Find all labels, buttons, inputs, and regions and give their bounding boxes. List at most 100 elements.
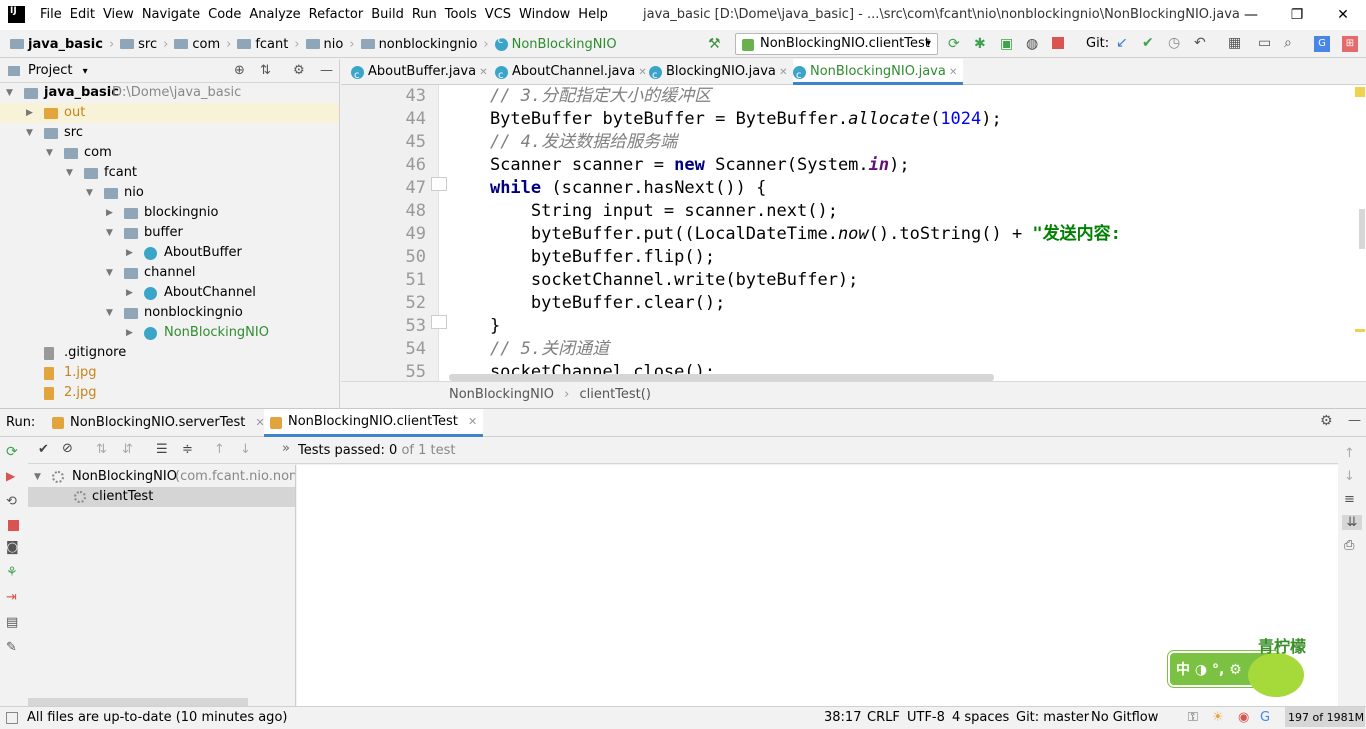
menu-tools[interactable]: Tools (445, 0, 483, 30)
breadcrumb-item[interactable]: fcant › (237, 37, 300, 52)
panel-toggle-icon[interactable] (6, 712, 18, 724)
minimize-icon[interactable]: — (1228, 0, 1274, 30)
translate-icon[interactable]: G (1314, 36, 1330, 52)
sort-duration-icon[interactable]: ⇵ (122, 442, 133, 457)
chevron-right-icon[interactable]: ▶ (126, 323, 133, 343)
scroll-to-end-icon[interactable]: ⇊ (1342, 515, 1362, 530)
code-line[interactable]: ByteBuffer byteBuffer = ByteBuffer.alloc… (449, 108, 1366, 131)
login-icon[interactable]: ⇥ (6, 590, 22, 606)
tree-item-blockingnio[interactable]: ▶ blockingnio (0, 203, 339, 223)
maximize-icon[interactable]: ❐ (1274, 0, 1320, 30)
chevron-down-icon[interactable]: ▼ (6, 83, 13, 103)
indent-setting[interactable]: 4 spaces (952, 707, 1009, 729)
code-line[interactable]: String input = scanner.next(); (449, 200, 1366, 223)
code-line[interactable]: while (scanner.hasNext()) { (449, 177, 1366, 200)
fold-marker-icon[interactable] (431, 177, 447, 191)
git-branch[interactable]: Git: master (1016, 707, 1089, 729)
tree-item-com[interactable]: ▼ com (0, 143, 339, 163)
warning-stripe[interactable] (1355, 329, 1365, 332)
menu-file[interactable]: File (40, 0, 68, 30)
tree-item-channel[interactable]: ▼ channel (0, 263, 339, 283)
editor-tab[interactable]: AboutChannel.java ✕ (495, 59, 653, 89)
breadcrumb-class[interactable]: NonBlockingNIO (449, 387, 554, 402)
event-log-icon[interactable]: ☀ (1212, 707, 1224, 729)
collapse-all-icon[interactable]: ⇅ (260, 59, 271, 83)
code-line[interactable]: byteBuffer.put((LocalDateTime.now().toSt… (449, 223, 1366, 246)
tree-item-src[interactable]: ▼ src (0, 123, 339, 143)
stop-icon[interactable] (1052, 37, 1064, 49)
tree-item--gitignore[interactable]: .gitignore (0, 343, 339, 363)
menu-analyze[interactable]: Analyze (249, 0, 306, 30)
vertical-scrollbar[interactable] (1359, 209, 1365, 249)
tree-item-2-jpg[interactable]: 2.jpg (0, 383, 339, 403)
arrow-down-icon[interactable]: ↓ (240, 442, 251, 457)
stop-icon[interactable] (8, 520, 19, 531)
menu-navigate[interactable]: Navigate (142, 0, 206, 30)
lock-icon[interactable]: ⚿ (1188, 707, 1198, 729)
test-child[interactable]: clientTest (28, 487, 295, 507)
plugin-icon[interactable]: ⊞ (1342, 36, 1358, 52)
code-line[interactable]: byteBuffer.flip(); (449, 246, 1366, 269)
search-icon[interactable]: ⌕ (1284, 35, 1292, 51)
arrow-down-icon[interactable]: ↓ (1344, 469, 1360, 484)
show-ignored-icon[interactable]: ⊘ (62, 441, 73, 456)
chevron-down-icon[interactable]: ▼ (26, 123, 33, 143)
warning-marker-icon[interactable] (1355, 87, 1365, 97)
breadcrumb-item[interactable]: NonBlockingNIO (494, 35, 617, 52)
menu-refactor[interactable]: Refactor (309, 0, 370, 30)
menu-help[interactable]: Help (578, 0, 614, 30)
more-icon[interactable]: » (282, 441, 290, 456)
google-icon[interactable]: G (1260, 707, 1270, 729)
gitflow-status[interactable]: No Gitflow (1091, 707, 1158, 729)
export-icon[interactable]: ⚘ (6, 565, 22, 581)
locate-icon[interactable]: ⊕ (234, 59, 245, 83)
rerun-icon[interactable]: ⟳ (6, 444, 22, 460)
chevron-down-icon[interactable]: ▼ (106, 223, 113, 243)
line-separator[interactable]: CRLF (867, 707, 900, 729)
tree-item-nonblockingnio[interactable]: ▼ nonblockingnio (0, 303, 339, 323)
fold-marker-icon[interactable] (431, 315, 447, 329)
project-structure-icon[interactable]: ▦ (1228, 35, 1241, 51)
code-line[interactable]: // 4.发送数据给服务端 (449, 131, 1366, 154)
profile-icon[interactable]: ◍ (1026, 36, 1038, 52)
code-line[interactable]: // 3.分配指定大小的缓冲区 (449, 85, 1366, 108)
pin-icon[interactable]: ✎ (6, 640, 22, 656)
code-line[interactable]: } (449, 315, 1366, 338)
breadcrumb-item[interactable]: java_basic › (10, 37, 114, 52)
horizontal-scrollbar[interactable] (28, 698, 248, 706)
close-icon[interactable]: ✕ (476, 67, 487, 78)
run-tab-server[interactable]: NonBlockingNIO.serverTest ✕ (50, 409, 265, 437)
tree-item-out[interactable]: ▶ out (0, 103, 339, 123)
breadcrumb-item[interactable]: nonblockingnio › (360, 37, 489, 52)
menu-vcs[interactable]: VCS (485, 0, 517, 30)
editor-tab[interactable]: NonBlockingNIO.java ✕ (793, 59, 964, 89)
terminal-icon[interactable]: ▭ (1258, 35, 1271, 51)
tree-item-1-jpg[interactable]: 1.jpg (0, 363, 339, 383)
collapse-all-icon[interactable]: ≑ (182, 442, 193, 457)
git-history-icon[interactable]: ◷ (1168, 35, 1180, 51)
project-title[interactable]: Project (28, 63, 72, 78)
caret-position[interactable]: 38:17 (824, 707, 861, 729)
menu-build[interactable]: Build (371, 0, 410, 30)
tree-item-fcant[interactable]: ▼ fcant (0, 163, 339, 183)
rerun-icon[interactable]: ⟳ (948, 36, 960, 52)
menu-window[interactable]: Window (519, 0, 576, 30)
code-line[interactable]: // 5.关闭通道 (449, 338, 1366, 361)
menu-run[interactable]: Run (412, 0, 443, 30)
show-passed-icon[interactable]: ✔ (38, 442, 49, 457)
print-icon[interactable]: ⎙ (1344, 538, 1360, 553)
expand-all-icon[interactable]: ☰ (156, 442, 168, 457)
chevron-down-icon[interactable]: ▼ (86, 183, 93, 203)
error-icon[interactable]: ◉ (1238, 707, 1249, 729)
layout-icon[interactable]: ▤ (6, 615, 22, 631)
git-update-icon[interactable]: ↙ (1116, 35, 1128, 51)
debug-icon[interactable]: ✱ (974, 36, 986, 52)
git-rollback-icon[interactable]: ↶ (1194, 35, 1206, 51)
chevron-right-icon[interactable]: ▶ (126, 283, 133, 303)
chevron-down-icon[interactable]: ▼ (106, 303, 113, 323)
tree-item-aboutchannel[interactable]: ▶ AboutChannel (0, 283, 339, 303)
chevron-down-icon[interactable]: ▼ (66, 163, 73, 183)
breadcrumb-item[interactable]: nio › (305, 37, 355, 52)
camera-icon[interactable]: ◙ (6, 540, 22, 556)
menu-view[interactable]: View (103, 0, 140, 30)
